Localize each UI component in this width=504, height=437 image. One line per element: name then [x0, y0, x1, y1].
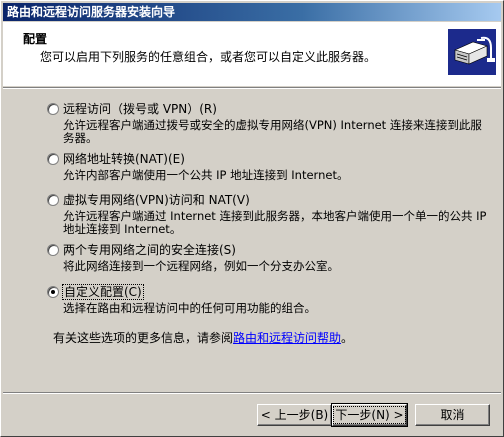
title-bar[interactable]: 路由和远程访问服务器安装向导	[3, 3, 501, 21]
server-network-icon	[447, 28, 497, 76]
option-description: 将此网络连接到一个远程网络，例如一个分支办公室。	[63, 259, 339, 273]
next-button[interactable]: 下一步(N) >	[331, 403, 408, 427]
option-label[interactable]: 远程访问（拨号或 VPN）(R)	[63, 102, 217, 116]
option-description: 允许远程客户端通过 Internet 连接到此服务器，本地客户端使用一个单一的公…	[63, 209, 487, 236]
option-description: 选择在路由和远程访问中的任何可用功能的组合。	[63, 301, 316, 315]
header-divider	[3, 87, 501, 89]
radio-vpn-nat[interactable]	[47, 194, 59, 206]
radio-secure-connection[interactable]	[47, 244, 59, 256]
option-description: 允许内部客户端使用一个公共 IP 地址连接到 Internet。	[63, 168, 349, 182]
help-suffix: 。	[341, 331, 354, 345]
radio-custom-config[interactable]	[47, 286, 59, 298]
page-subtitle: 您可以启用下列服务的任意组合，或者您可以自定义此服务器。	[40, 50, 377, 64]
help-link[interactable]: 路由和远程访问帮助	[233, 331, 341, 345]
help-info: 有关这些选项的更多信息，请参阅路由和远程访问帮助。	[53, 329, 353, 346]
wizard-header: 配置 您可以启用下列服务的任意组合，或者您可以自定义此服务器。	[3, 22, 501, 86]
next-button-label: 下一步(N) >	[333, 406, 406, 424]
back-button-label: < 上一步(B)	[260, 408, 329, 422]
window-title: 路由和远程访问服务器安装向导	[7, 5, 176, 19]
option-label[interactable]: 虚拟专用网络(VPN)访问和 NAT(V)	[63, 193, 250, 207]
option-label[interactable]: 两个专用网络之间的安全连接(S)	[63, 243, 236, 257]
option-description: 允许远程客户端通过拨号或安全的虚拟专用网络(VPN) Internet 连接来连…	[63, 118, 482, 145]
option-label[interactable]: 网络地址转换(NAT)(E)	[63, 152, 185, 166]
radio-nat[interactable]	[47, 153, 59, 165]
footer-divider	[3, 392, 501, 394]
page-title: 配置	[23, 32, 48, 46]
wizard-window: 路由和远程访问服务器安装向导 配置 您可以启用下列服务的任意组合，或者您可以自定…	[0, 0, 504, 437]
option-label[interactable]: 自定义配置(C)	[62, 284, 144, 300]
cancel-button[interactable]: 取消	[415, 404, 490, 426]
back-button[interactable]: < 上一步(B)	[257, 404, 332, 426]
help-prefix: 有关这些选项的更多信息，请参阅	[53, 331, 234, 345]
cancel-button-label: 取消	[440, 408, 465, 422]
radio-remote-access[interactable]	[47, 103, 59, 115]
